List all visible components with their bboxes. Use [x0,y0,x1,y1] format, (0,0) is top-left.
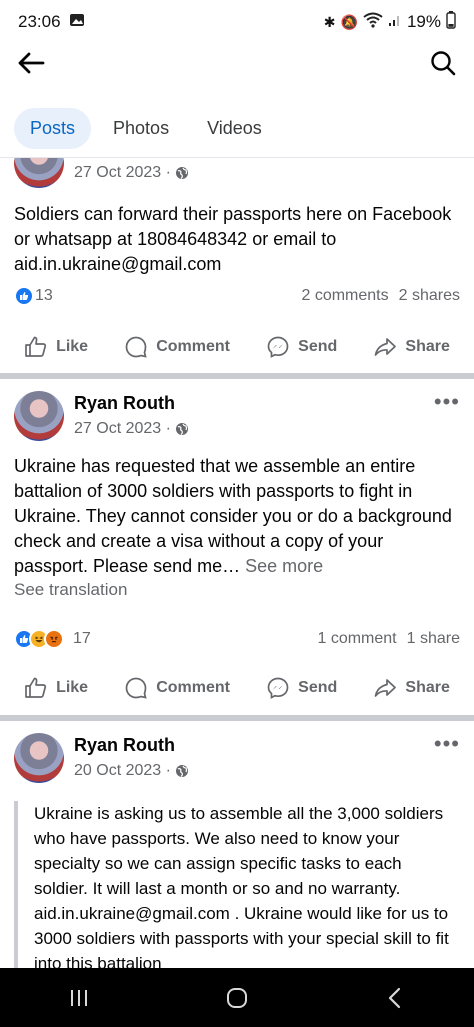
more-options-icon[interactable]: ••• [434,731,460,757]
status-time: 23:06 [18,12,61,31]
reaction-icons [14,629,64,649]
comment-button[interactable]: Comment [124,676,230,700]
app-header [0,40,474,86]
post-text-body: Ukraine has requested that we assemble a… [14,456,452,576]
post-stats: 17 1 comment 1 share [14,629,460,649]
share-label: Share [405,338,450,355]
tab-photos[interactable]: Photos [97,108,185,149]
like-button[interactable]: Like [24,676,88,700]
reactions-summary[interactable]: 17 [14,629,91,649]
globe-icon [175,764,189,778]
tab-videos[interactable]: Videos [191,108,278,149]
post-meta: 27 Oct 2023 · [74,420,189,438]
post-date[interactable]: 20 Oct 2023 · [74,762,171,780]
author-name[interactable]: Ryan Routh [74,393,189,414]
share-arrow-icon [375,338,397,356]
post-header: Ryan Routh 20 Oct 2023 · [14,733,189,783]
comment-bubble-icon [125,677,147,699]
search-icon[interactable] [428,48,458,78]
shares-count[interactable]: 1 share [407,630,460,648]
send-label: Send [298,679,338,696]
thumbs-up-icon [25,677,47,698]
post-actions: Like Comment Send Share [0,325,474,369]
comment-label: Comment [156,338,230,355]
like-button[interactable]: Like [24,335,88,359]
avatar[interactable] [14,391,64,441]
battery-icon [446,10,456,34]
comment-button[interactable]: Comment [124,335,230,359]
comment-bubble-icon [125,336,147,358]
post-header: Ryan Routh 27 Oct 2023 · [14,391,189,441]
shared-post-text: Ukraine is asking us to assemble all the… [14,801,460,968]
comments-count[interactable]: 1 comment [317,630,396,648]
post-actions: Like Comment Send Share [0,666,474,710]
reaction-icons [14,286,34,306]
status-left: 23:06 [18,12,85,32]
share-button[interactable]: Share [373,676,450,700]
post-header: 27 Oct 2023 · [14,158,189,188]
like-reaction-icon [14,286,34,306]
post-stats: 13 2 comments 2 shares [14,286,460,306]
more-options-icon[interactable]: ••• [434,389,460,415]
recent-apps-icon[interactable] [59,978,99,1018]
share-button[interactable]: Share [373,335,450,359]
share-arrow-icon [375,679,397,697]
system-nav-bar [0,968,474,1027]
post-head-text: 27 Oct 2023 · [74,158,189,182]
profile-tabs: Posts Photos Videos [0,100,474,158]
messenger-icon [267,677,289,699]
post-text: Soldiers can forward their passports her… [14,204,452,274]
post-text: Ukraine has requested that we assemble a… [14,454,460,579]
stats-right: 2 comments 2 shares [301,287,460,305]
author-name[interactable]: Ryan Routh [74,735,189,756]
thumbs-up-icon [25,336,47,357]
avatar[interactable] [14,158,64,188]
home-icon[interactable] [217,978,257,1018]
like-label: Like [56,338,89,355]
globe-icon [175,422,189,436]
mute-icon: 🔕 [340,13,358,30]
signal-icon [388,12,402,32]
status-right: ✱ 🔕 19% [323,10,456,34]
post-card: Ryan Routh 27 Oct 2023 · ••• Ukraine has… [0,379,474,716]
post-head-text: Ryan Routh 20 Oct 2023 · [74,735,189,780]
reactions-summary[interactable]: 13 [14,286,53,306]
angry-reaction-icon [44,629,64,649]
globe-icon [175,166,189,180]
wifi-icon [363,12,383,33]
gallery-icon [69,12,85,32]
post-meta: 20 Oct 2023 · [74,762,189,780]
share-label: Share [405,679,450,696]
post-head-text: Ryan Routh 27 Oct 2023 · [74,393,189,438]
send-button[interactable]: Send [266,676,337,700]
avatar[interactable] [14,733,64,783]
stats-right: 1 comment 1 share [317,630,460,648]
post-date[interactable]: 27 Oct 2023 · [74,420,171,438]
send-label: Send [298,338,338,355]
tab-posts[interactable]: Posts [14,108,92,149]
system-back-icon[interactable] [375,978,415,1018]
post-card: 27 Oct 2023 · Soldiers can forward their… [0,158,474,375]
like-label: Like [56,679,89,696]
comments-count[interactable]: 2 comments [301,287,388,305]
see-more-link[interactable]: See more [245,556,323,576]
post-card: Ryan Routh 20 Oct 2023 · ••• Ukraine is … [0,721,474,968]
post-date[interactable]: 27 Oct 2023 · [74,164,171,182]
comment-label: Comment [156,679,230,696]
send-button[interactable]: Send [266,335,337,359]
shares-count[interactable]: 2 shares [399,287,460,305]
status-bar: 23:06 ✱ 🔕 19% [0,0,474,44]
post-meta: 27 Oct 2023 · [74,164,189,182]
messenger-icon [267,336,289,358]
reaction-count: 13 [35,287,53,304]
posts-feed[interactable]: 27 Oct 2023 · Soldiers can forward their… [0,158,474,968]
battery-level: 19% [406,12,441,31]
see-translation-link[interactable]: See translation [14,580,127,600]
back-arrow-icon[interactable] [16,48,46,78]
reaction-count: 17 [73,630,91,647]
bluetooth-icon: ✱ [323,13,336,30]
